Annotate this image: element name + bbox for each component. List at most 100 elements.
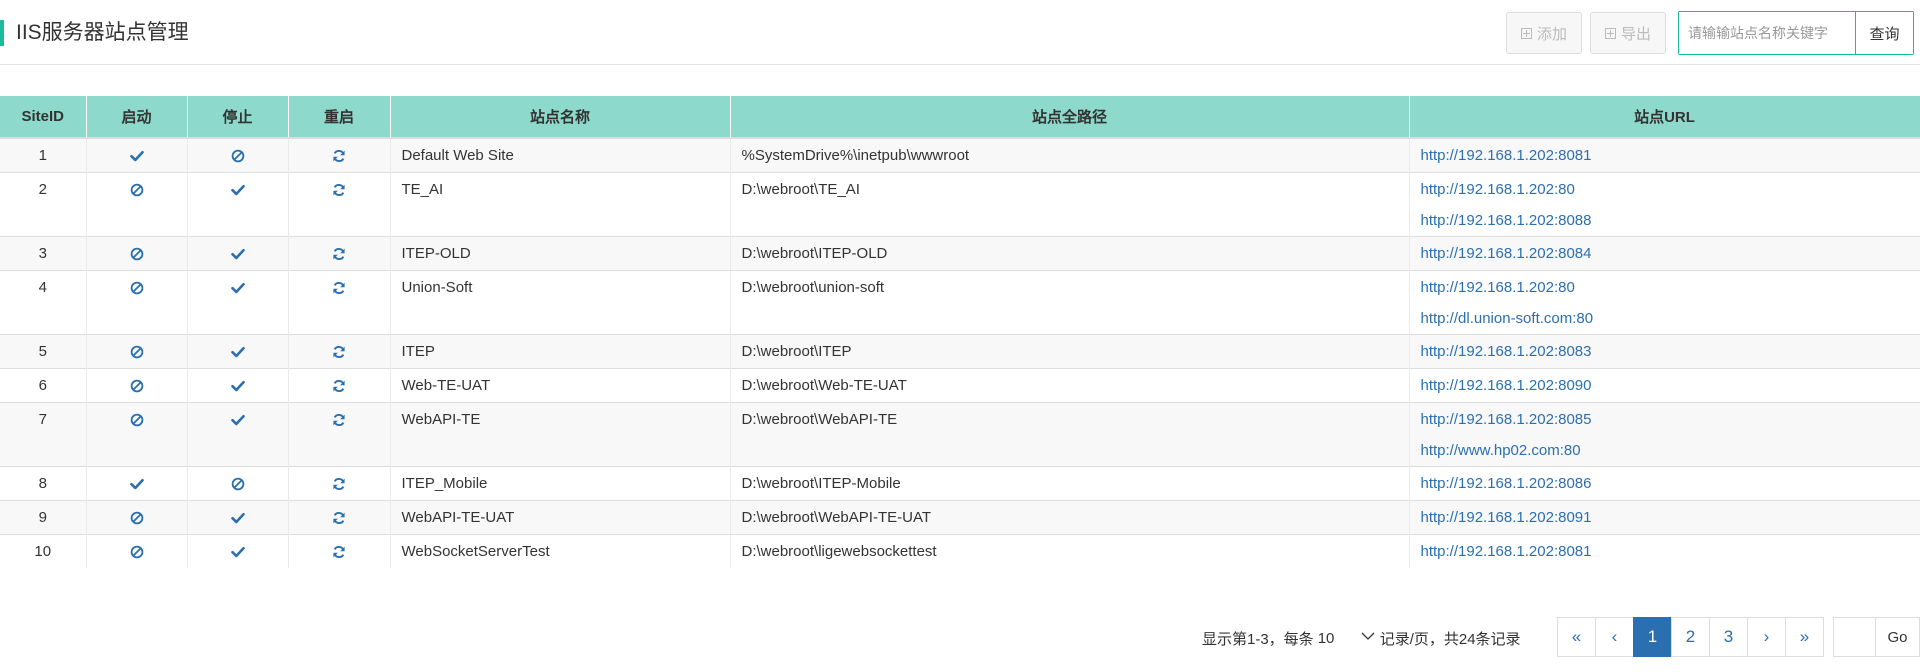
check-icon[interactable] bbox=[230, 546, 245, 558]
site-url-link[interactable]: http://192.168.1.202:8090 bbox=[1421, 377, 1592, 394]
site-url-link[interactable]: http://192.168.1.202:8088 bbox=[1421, 212, 1592, 229]
site-url-link[interactable]: http://192.168.1.202:80 bbox=[1421, 279, 1575, 296]
check-icon[interactable] bbox=[230, 282, 245, 294]
cell-siteid: 6 bbox=[0, 368, 87, 403]
export-button[interactable]: 导出 bbox=[1589, 12, 1666, 54]
siteid-text: 3 bbox=[38, 245, 47, 262]
refresh-icon[interactable] bbox=[332, 281, 346, 295]
cell-start bbox=[86, 368, 188, 403]
last-page-button[interactable]: » bbox=[1785, 617, 1824, 657]
refresh-icon[interactable] bbox=[332, 183, 346, 197]
page-button-2[interactable]: 2 bbox=[1671, 617, 1710, 657]
ban-icon[interactable] bbox=[231, 149, 245, 163]
site-url-link[interactable]: http://192.168.1.202:8086 bbox=[1421, 475, 1592, 492]
site-url-link[interactable]: http://192.168.1.202:8081 bbox=[1421, 147, 1592, 164]
site-url-link[interactable]: http://192.168.1.202:80 bbox=[1421, 181, 1575, 198]
site-url-link[interactable]: http://192.168.1.202:8084 bbox=[1421, 245, 1592, 262]
next-page-button[interactable]: › bbox=[1747, 617, 1786, 657]
siteid-text: 10 bbox=[34, 543, 52, 560]
site-url-link[interactable]: http://192.168.1.202:8083 bbox=[1421, 343, 1592, 360]
refresh-icon[interactable] bbox=[332, 345, 346, 359]
page-button-1[interactable]: 1 bbox=[1633, 617, 1672, 657]
cell-siteid: 3 bbox=[0, 236, 87, 271]
refresh-icon[interactable] bbox=[332, 149, 346, 163]
goto-button[interactable]: Go bbox=[1875, 617, 1920, 657]
add-button[interactable]: 添加 bbox=[1505, 12, 1582, 54]
table-row: 1 Default Web Site %SystemDrive%\inetpub\w… bbox=[0, 137, 1920, 173]
site-url-line: http://192.168.1.202:80 bbox=[1410, 271, 1920, 304]
refresh-icon[interactable] bbox=[332, 413, 346, 427]
siteid-text: 4 bbox=[38, 279, 47, 296]
cell-site-name: Default Web Site bbox=[390, 137, 731, 173]
ban-icon[interactable] bbox=[130, 413, 144, 427]
goto-page-input[interactable] bbox=[1833, 617, 1875, 657]
cell-stop bbox=[187, 368, 289, 403]
ban-icon[interactable] bbox=[130, 345, 144, 359]
site-url-link[interactable]: http://192.168.1.202:8085 bbox=[1421, 411, 1592, 428]
cell-site-path: D:\webroot\union-soft bbox=[730, 270, 1410, 335]
cell-restart bbox=[288, 466, 391, 501]
search-button[interactable]: 查询 bbox=[1855, 12, 1913, 54]
page-button-3[interactable]: 3 bbox=[1709, 617, 1748, 657]
cell-site-url: http://192.168.1.202:8091 bbox=[1409, 500, 1920, 535]
cell-start-line bbox=[87, 369, 187, 402]
cell-siteid: 9 bbox=[0, 500, 87, 535]
cell-site-url: http://192.168.1.202:8085 http://www.hp02… bbox=[1409, 402, 1920, 467]
cell-stop-line bbox=[188, 369, 288, 402]
site-url-link[interactable]: http://192.168.1.202:8091 bbox=[1421, 509, 1592, 526]
ban-icon[interactable] bbox=[130, 511, 144, 525]
check-icon[interactable] bbox=[129, 478, 144, 490]
check-icon[interactable] bbox=[230, 512, 245, 524]
page-size-select[interactable]: 10 bbox=[1316, 627, 1378, 649]
title-accent-bar bbox=[0, 20, 4, 46]
ban-icon[interactable] bbox=[130, 183, 144, 197]
column-header-restart[interactable]: 重启 bbox=[288, 96, 391, 138]
prev-page-button[interactable]: ‹ bbox=[1595, 617, 1634, 657]
check-icon[interactable] bbox=[230, 414, 245, 426]
refresh-icon[interactable] bbox=[332, 545, 346, 559]
ban-icon[interactable] bbox=[130, 281, 144, 295]
cell-restart-line bbox=[289, 535, 390, 568]
column-header-site-name[interactable]: 站点名称 bbox=[390, 96, 731, 138]
ban-icon[interactable] bbox=[231, 477, 245, 491]
add-button-label: 添加 bbox=[1536, 25, 1567, 43]
cell-site-url: http://192.168.1.202:8081 bbox=[1409, 137, 1920, 173]
cell-start-line bbox=[87, 403, 187, 436]
cell-start bbox=[86, 137, 188, 173]
refresh-icon[interactable] bbox=[332, 511, 346, 525]
check-icon[interactable] bbox=[230, 346, 245, 358]
column-header-site-url[interactable]: 站点URL bbox=[1409, 96, 1920, 138]
check-icon[interactable] bbox=[230, 248, 245, 260]
column-header-siteid[interactable]: SiteID bbox=[0, 96, 87, 138]
refresh-icon[interactable] bbox=[332, 477, 346, 491]
cell-stop bbox=[187, 334, 289, 369]
site-path-text: D:\webroot\Web-TE-UAT bbox=[741, 377, 907, 394]
refresh-icon[interactable] bbox=[332, 247, 346, 261]
column-header-start[interactable]: 启动 bbox=[86, 96, 188, 138]
column-header-stop[interactable]: 停止 bbox=[187, 96, 289, 138]
ban-icon[interactable] bbox=[130, 379, 144, 393]
cell-restart bbox=[288, 368, 391, 403]
ban-icon[interactable] bbox=[130, 545, 144, 559]
ban-icon[interactable] bbox=[130, 247, 144, 261]
site-url-link[interactable]: http://www.hp02.com:80 bbox=[1421, 442, 1581, 459]
check-icon[interactable] bbox=[230, 184, 245, 196]
column-header-site-path[interactable]: 站点全路径 bbox=[730, 96, 1410, 138]
cell-restart-line bbox=[289, 335, 390, 368]
cell-restart bbox=[288, 500, 391, 535]
cell-site-path: %SystemDrive%\inetpub\wwwroot bbox=[730, 137, 1410, 173]
search-input[interactable] bbox=[1679, 12, 1855, 54]
cell-siteid: 7 bbox=[0, 402, 87, 467]
pagination-bar: 显示第1-3，每条 10 记录/页，共24条记录 « ‹ 1 2 3 › » G… bbox=[0, 617, 1920, 657]
site-path-text: %SystemDrive%\inetpub\wwwroot bbox=[741, 147, 970, 164]
check-icon[interactable] bbox=[230, 380, 245, 392]
check-icon[interactable] bbox=[129, 150, 144, 162]
site-url-link[interactable]: http://dl.union-soft.com:80 bbox=[1421, 310, 1594, 327]
cell-site-path: D:\webroot\WebAPI-TE bbox=[730, 402, 1410, 467]
cell-start-line bbox=[87, 501, 187, 534]
first-page-button[interactable]: « bbox=[1557, 617, 1596, 657]
site-path-text: D:\webroot\WebAPI-TE-UAT bbox=[741, 509, 932, 526]
site-url-link[interactable]: http://192.168.1.202:8081 bbox=[1421, 543, 1592, 560]
refresh-icon[interactable] bbox=[332, 379, 346, 393]
cell-site-path: D:\webroot\WebAPI-TE-UAT bbox=[730, 500, 1410, 535]
